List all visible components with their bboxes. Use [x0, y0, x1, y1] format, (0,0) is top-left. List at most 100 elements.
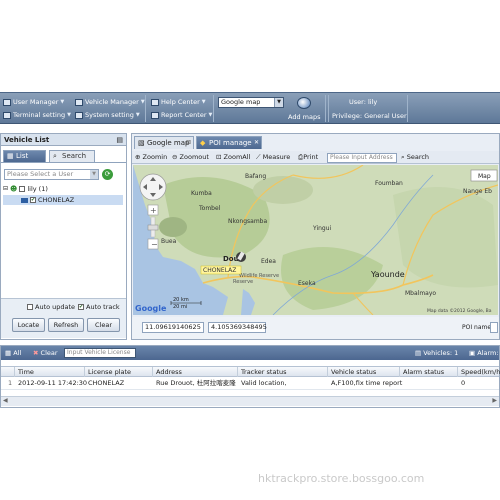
zoomall-button[interactable]: ⊡ ZoomAll	[216, 153, 250, 161]
poi-name-label: POI name	[462, 324, 492, 331]
search-button[interactable]: ⌕ Search	[401, 153, 429, 162]
chevron-down-icon[interactable]: ▼	[90, 170, 98, 179]
measure-button[interactable]: ⟋ Measure	[256, 153, 290, 162]
column-header-license-plate[interactable]: License plate	[85, 367, 153, 377]
clear-button[interactable]: Clear	[87, 318, 120, 332]
close-icon[interactable]: ✕	[254, 137, 259, 149]
vehicle-list-panel: Vehicle List ▤ ▦ List ⌕ Search Please Se…	[0, 133, 127, 340]
refresh-button[interactable]: Refresh	[48, 318, 84, 332]
scroll-left-icon[interactable]: ◀	[3, 397, 8, 404]
help-center-menu[interactable]: Help Center ▼	[151, 98, 206, 106]
auto-update-checkbox[interactable]	[27, 304, 33, 310]
map-copyright: Map data ©2012 Google, Ba	[427, 307, 492, 314]
map-panel: ▧ Google map ⊠ ◆ POI manage ✕ ⊕ Zoomin ⊖…	[131, 133, 500, 340]
poi-name-input[interactable]	[490, 322, 498, 333]
alarm-count[interactable]: ▣ Alarm:	[469, 349, 499, 357]
map-view[interactable]: Kumba Tombel Bafang Nkongsamba Buea Dou …	[133, 165, 498, 315]
add-maps-button[interactable]: Add maps	[288, 113, 320, 121]
column-header-tracker-status[interactable]: Tracker status	[238, 367, 328, 377]
locate-button[interactable]: Locate	[12, 318, 45, 332]
place-label: Eseka	[298, 280, 316, 287]
zoomin-icon: ⊕	[135, 153, 141, 161]
scale-mi-label: 20 mi	[173, 304, 187, 310]
system-setting-menu[interactable]: System setting ▼	[75, 111, 140, 119]
column-header-alarm-status[interactable]: Alarm status	[400, 367, 458, 377]
vehicles-count[interactable]: ▤ Vehicles: 1	[415, 349, 458, 357]
vehicle-status-grid: ▦ All ✖ Clear Input Vehicle License ▤ Ve…	[0, 345, 500, 408]
clear-grid-button[interactable]: ✖ Clear	[33, 349, 58, 357]
coordinate-bar: 11.09619140625 4.105369348495 POI name	[132, 317, 499, 339]
auto-update-option[interactable]: Auto update	[27, 302, 75, 312]
tab-list[interactable]: ▦ List	[3, 150, 46, 162]
terminal-setting-icon	[3, 111, 11, 119]
tab-search[interactable]: ⌕ Search	[49, 150, 95, 162]
longitude-field[interactable]: 4.105369348495	[208, 322, 267, 333]
place-label: Kumba	[191, 190, 212, 197]
column-header-time[interactable]: Time	[15, 367, 85, 377]
grid-header: Time License plate Address Tracker statu…	[1, 366, 500, 377]
map-icon: ▧	[138, 139, 145, 147]
system-setting-icon	[75, 111, 83, 119]
auto-track-option[interactable]: ✔ Auto track	[78, 302, 120, 312]
map-canvas[interactable]: Kumba Tombel Bafang Nkongsamba Buea Dou …	[133, 165, 498, 315]
column-header-address[interactable]: Address	[153, 367, 238, 377]
zoomall-icon: ⊡	[216, 153, 222, 161]
select-user-combobox[interactable]: Please Select a User ▼	[4, 169, 99, 180]
place-label: Reserve	[233, 279, 253, 285]
place-label: Bafang	[245, 173, 266, 180]
tree-root-row[interactable]: ⊟ ☻ lily (1)	[3, 184, 48, 194]
cell-tracker-status: Valid location,	[241, 379, 287, 387]
place-label: Nkongsamba	[228, 218, 267, 225]
tree-vehicle-row[interactable]: ✔ CHONELAZ	[3, 195, 123, 205]
vehicle-license-search[interactable]: Input Vehicle License	[64, 348, 136, 358]
forest-area	[393, 187, 498, 288]
vehicle-manager-icon	[75, 98, 83, 106]
grid-toolbar: ▦ All ✖ Clear Input Vehicle License ▤ Ve…	[1, 346, 499, 360]
vehicle-manager-menu[interactable]: Vehicle Manager ▼	[75, 98, 145, 106]
tab-poi-manage[interactable]: ◆ POI manage ✕	[196, 136, 262, 149]
cell-vehicle-status: A,F100,fix time report	[331, 379, 403, 387]
column-header-vehicle-status[interactable]: Vehicle status	[328, 367, 400, 377]
report-icon	[151, 111, 159, 119]
vehicle-list-footer: Auto update ✔ Auto track Locate Refresh …	[1, 298, 126, 338]
cell-speed: 0	[461, 379, 466, 387]
vehicle-tree: ⊟ ☻ lily (1) ✔ CHONELAZ	[3, 184, 124, 304]
forest-area	[281, 247, 383, 310]
column-header-speed[interactable]: Speed(km/h)	[458, 367, 500, 377]
horizontal-scrollbar[interactable]: ◀ ▶	[1, 396, 499, 406]
refresh-users-icon[interactable]: ⟳	[102, 169, 113, 180]
all-button[interactable]: ▦ All	[5, 349, 21, 357]
print-button[interactable]: ⎙Print	[298, 153, 318, 162]
estuary	[241, 289, 255, 315]
chevron-down-icon: ▼	[201, 99, 206, 105]
tab-google-map[interactable]: ▧ Google map ⊠	[134, 136, 194, 149]
poi-address-input[interactable]: Please Input Address	[327, 153, 397, 163]
chevron-down-icon[interactable]: ▼	[274, 98, 283, 107]
minus-icon: −	[151, 240, 158, 249]
close-icon[interactable]: ⊠	[186, 137, 191, 149]
report-center-menu[interactable]: Report Center ▼	[151, 111, 212, 119]
tree-root-checkbox[interactable]	[19, 186, 26, 192]
zoom-slider-handle[interactable]	[147, 224, 159, 231]
globe-icon[interactable]	[297, 97, 311, 109]
map-type-button-label: Map	[478, 173, 491, 180]
place-label: Edea	[261, 258, 276, 265]
panel-menu-icon[interactable]: ▤	[116, 134, 123, 146]
auto-track-checkbox[interactable]: ✔	[78, 304, 84, 310]
latitude-field[interactable]: 11.09619140625	[142, 322, 204, 333]
place-label: Tombel	[198, 205, 221, 212]
watermark: hktrackpro.store.bossgoo.com	[258, 472, 425, 485]
search-icon: ⌕	[53, 152, 57, 160]
grid-icon: ▦	[5, 349, 12, 357]
vehicle-checkbox[interactable]: ✔	[30, 197, 36, 203]
scroll-right-icon[interactable]: ▶	[492, 397, 497, 404]
terminal-setting-menu[interactable]: Terminal setting ▼	[3, 111, 71, 119]
cell-time: 2012-09-11 17:42:30	[18, 379, 88, 387]
map-type-select[interactable]: Google map ▼	[218, 97, 284, 108]
table-row[interactable]: 1 2012-09-11 17:42:30 CHONELAZ Rue Drouo…	[1, 378, 499, 390]
zoomout-button[interactable]: ⊖ Zoomout	[172, 153, 209, 161]
user-manager-menu[interactable]: User Manager ▼	[3, 98, 64, 106]
map-toolbar: ⊕ Zoomin ⊖ Zoomout ⊡ ZoomAll ⟋ Measure ⎙…	[132, 151, 499, 164]
zoomin-button[interactable]: ⊕ Zoomin	[135, 153, 167, 161]
collapse-icon[interactable]: ⊟	[3, 184, 8, 194]
